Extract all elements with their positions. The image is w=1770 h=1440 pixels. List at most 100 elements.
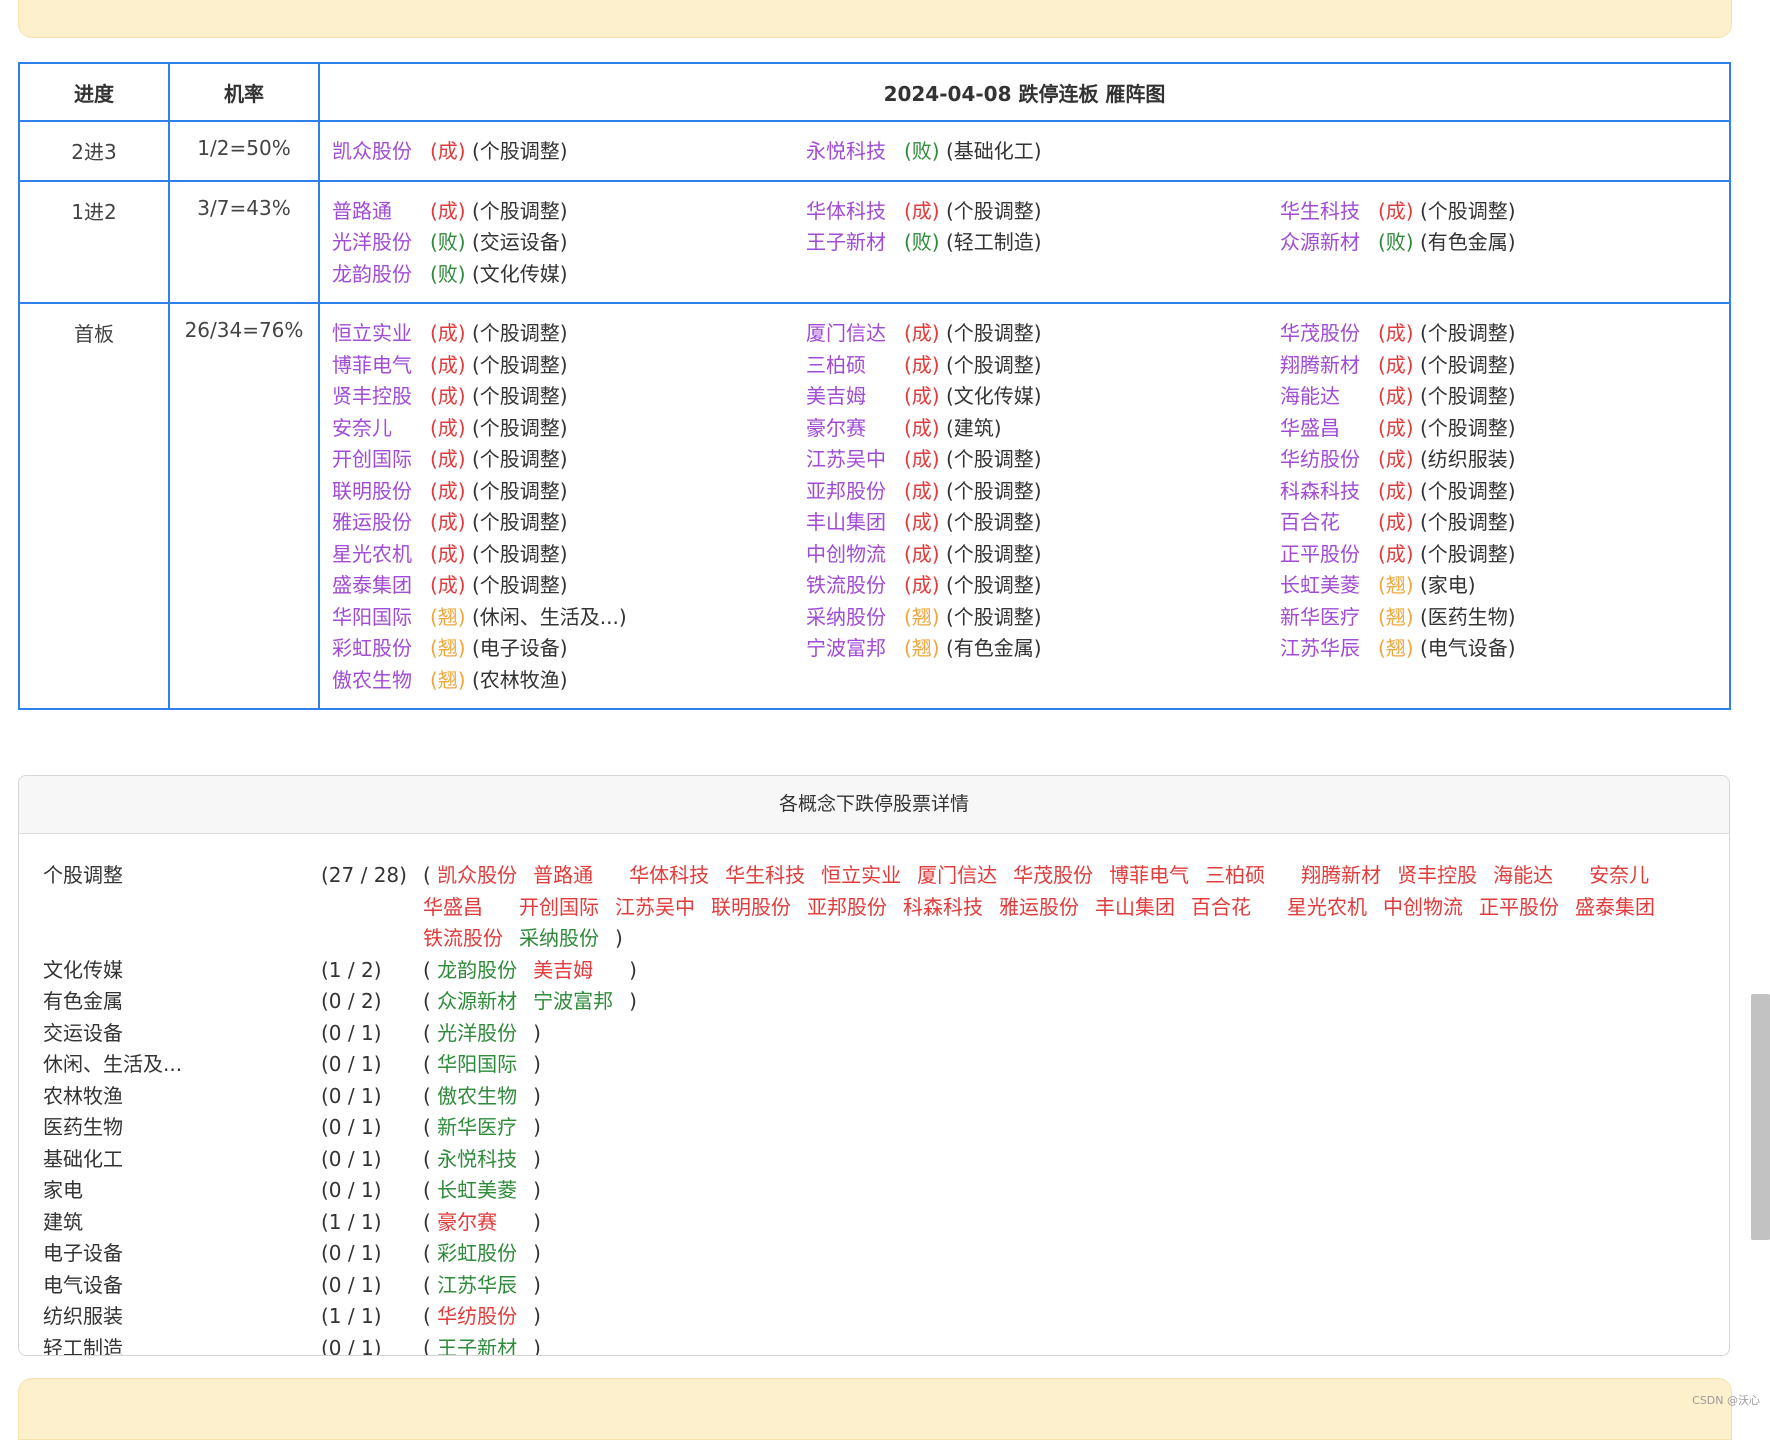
stock-name-link[interactable]: 长虹美菱 bbox=[1280, 570, 1378, 602]
stock-status: (成) bbox=[430, 352, 466, 377]
stock-name-link[interactable]: 海能达 bbox=[1280, 381, 1378, 413]
concept-stock-link[interactable]: 科森科技 bbox=[903, 892, 999, 924]
concept-stock-link[interactable]: 华纺股份 bbox=[437, 1301, 533, 1333]
concept-stock-link[interactable]: 贤丰控股 bbox=[1397, 860, 1493, 892]
stock-status: (翘) bbox=[904, 636, 940, 660]
concept-stock-link[interactable]: 华茂股份 bbox=[1013, 860, 1109, 892]
stock-name-link[interactable]: 亚邦股份 bbox=[806, 476, 904, 508]
row-stocks: 凯众股份 (成) (个股调整) 永悦科技 (败) (基础化工) bbox=[318, 120, 1731, 182]
stock-name-link[interactable]: 华阳国际 bbox=[332, 602, 430, 634]
concept-stock-link[interactable]: 星光农机 bbox=[1287, 892, 1383, 924]
concept-stock-link[interactable]: 龙韵股份 bbox=[437, 955, 533, 987]
stock-name-link[interactable]: 丰山集团 bbox=[806, 507, 904, 539]
close-paren: ) bbox=[533, 1272, 541, 1297]
concept-stock-link[interactable]: 光洋股份 bbox=[437, 1018, 533, 1050]
stock-name-link[interactable]: 华盛昌 bbox=[1280, 413, 1378, 445]
concept-stock-link[interactable]: 亚邦股份 bbox=[807, 892, 903, 924]
concept-stock-link[interactable]: 华体科技 bbox=[629, 860, 725, 892]
concept-stock-link[interactable]: 正平股份 bbox=[1479, 892, 1575, 924]
stock-name-link[interactable]: 华茂股份 bbox=[1280, 318, 1378, 350]
stock-name-link[interactable]: 安奈儿 bbox=[332, 413, 430, 445]
stock-name-link[interactable]: 恒立实业 bbox=[332, 318, 430, 350]
concept-stock-link[interactable]: 宁波富邦 bbox=[533, 986, 629, 1018]
concept-stock-link[interactable]: 恒立实业 bbox=[821, 860, 917, 892]
concept-stock-link[interactable]: 豪尔赛 bbox=[437, 1207, 533, 1239]
stock-name-link[interactable]: 龙韵股份 bbox=[332, 259, 430, 291]
stock-name-link[interactable]: 华生科技 bbox=[1280, 196, 1378, 228]
stock-name-link[interactable]: 王子新材 bbox=[806, 227, 904, 259]
stock-status: (败) bbox=[904, 230, 940, 254]
stock-name-link[interactable]: 宁波富邦 bbox=[806, 633, 904, 665]
concept-stock-link[interactable]: 众源新材 bbox=[437, 986, 533, 1018]
concept-stock-link[interactable]: 凯众股份 bbox=[437, 860, 533, 892]
stock-name-link[interactable]: 华体科技 bbox=[806, 196, 904, 228]
stock-name-link[interactable]: 众源新材 bbox=[1280, 227, 1378, 259]
stock-name-link[interactable]: 联明股份 bbox=[332, 476, 430, 508]
concept-stock-link[interactable]: 铁流股份 bbox=[423, 923, 519, 955]
stock-name-link[interactable]: 华纺股份 bbox=[1280, 444, 1378, 476]
stock-name-link[interactable]: 贤丰控股 bbox=[332, 381, 430, 413]
concept-stock-link[interactable]: 海能达 bbox=[1493, 860, 1589, 892]
stock-name-link[interactable]: 翔腾新材 bbox=[1280, 350, 1378, 382]
concept-name: 农林牧渔 bbox=[43, 1083, 123, 1108]
stock-name-link[interactable]: 豪尔赛 bbox=[806, 413, 904, 445]
stock-name-link[interactable]: 普路通 bbox=[332, 196, 430, 228]
stock-name-link[interactable]: 厦门信达 bbox=[806, 318, 904, 350]
concept-stock-link[interactable]: 采纳股份 bbox=[519, 923, 615, 955]
concept-stock-link[interactable]: 翔腾新材 bbox=[1301, 860, 1397, 892]
stock-name-link[interactable]: 傲农生物 bbox=[332, 665, 430, 697]
stock-name-link[interactable]: 博菲电气 bbox=[332, 350, 430, 382]
stock-name-link[interactable]: 江苏华辰 bbox=[1280, 633, 1378, 665]
concept-stock-link[interactable]: 美吉姆 bbox=[533, 955, 629, 987]
concept-stock-link[interactable]: 丰山集团 bbox=[1095, 892, 1191, 924]
stock-name-link[interactable]: 江苏吴中 bbox=[806, 444, 904, 476]
stock-name-link[interactable]: 美吉姆 bbox=[806, 381, 904, 413]
stock-name-link[interactable]: 科森科技 bbox=[1280, 476, 1378, 508]
concept-stock-link[interactable]: 华生科技 bbox=[725, 860, 821, 892]
concept-stock-link[interactable]: 华盛昌 bbox=[423, 892, 519, 924]
concept-stock-link[interactable]: 雅运股份 bbox=[999, 892, 1095, 924]
concept-stocks: ( 龙韵股份 美吉姆) bbox=[423, 955, 1709, 987]
concept-stock-link[interactable]: 王子新材 bbox=[437, 1333, 533, 1356]
concept-stock-link[interactable]: 傲农生物 bbox=[437, 1081, 533, 1113]
concept-row: 电子设备 (0 / 1) ( 彩虹股份) bbox=[43, 1238, 1709, 1270]
stock-name-link[interactable]: 光洋股份 bbox=[332, 227, 430, 259]
concept-name: 电气设备 bbox=[43, 1272, 123, 1297]
stock-name-link[interactable]: 永悦科技 bbox=[806, 136, 904, 168]
concept-stock-link[interactable]: 长虹美菱 bbox=[437, 1175, 533, 1207]
concept-stock-link[interactable]: 江苏华辰 bbox=[437, 1270, 533, 1302]
stock-entry: 华体科技 (成) (个股调整) bbox=[806, 196, 1280, 228]
concept-stock-link[interactable]: 华阳国际 bbox=[437, 1049, 533, 1081]
stock-name-link[interactable]: 采纳股份 bbox=[806, 602, 904, 634]
concept-stock-link[interactable]: 彩虹股份 bbox=[437, 1238, 533, 1270]
stock-entry: 中创物流 (成) (个股调整) bbox=[806, 539, 1280, 571]
stock-name-link[interactable]: 百合花 bbox=[1280, 507, 1378, 539]
concept-stock-link[interactable]: 博菲电气 bbox=[1109, 860, 1205, 892]
stock-name-link[interactable]: 盛泰集团 bbox=[332, 570, 430, 602]
stock-name-link[interactable]: 雅运股份 bbox=[332, 507, 430, 539]
concept-stock-link[interactable]: 百合花 bbox=[1191, 892, 1287, 924]
concept-stock-link[interactable]: 联明股份 bbox=[711, 892, 807, 924]
concept-stock-link[interactable]: 厦门信达 bbox=[917, 860, 1013, 892]
stock-name-link[interactable]: 新华医疗 bbox=[1280, 602, 1378, 634]
concept-stock-link[interactable]: 开创国际 bbox=[519, 892, 615, 924]
stock-name-link[interactable]: 三柏硕 bbox=[806, 350, 904, 382]
scrollbar-thumb[interactable] bbox=[1751, 994, 1770, 1240]
concept-count: (1 / 1) bbox=[321, 1304, 382, 1328]
concept-stock-link[interactable]: 盛泰集团 bbox=[1575, 892, 1671, 924]
concept-stock-link[interactable]: 江苏吴中 bbox=[615, 892, 711, 924]
concept-stock-link[interactable]: 安奈儿 bbox=[1589, 860, 1685, 892]
stock-name-link[interactable]: 正平股份 bbox=[1280, 539, 1378, 571]
stock-name-link[interactable]: 开创国际 bbox=[332, 444, 430, 476]
concept-stock-link[interactable]: 普路通 bbox=[533, 860, 629, 892]
open-paren: ( bbox=[423, 1178, 438, 1202]
stock-name-link[interactable]: 凯众股份 bbox=[332, 136, 430, 168]
stock-name-link[interactable]: 彩虹股份 bbox=[332, 633, 430, 665]
stock-name-link[interactable]: 铁流股份 bbox=[806, 570, 904, 602]
concept-stock-link[interactable]: 永悦科技 bbox=[437, 1144, 533, 1176]
stock-name-link[interactable]: 星光农机 bbox=[332, 539, 430, 571]
concept-stock-link[interactable]: 新华医疗 bbox=[437, 1112, 533, 1144]
concept-stock-link[interactable]: 三柏硕 bbox=[1205, 860, 1301, 892]
concept-stock-link[interactable]: 中创物流 bbox=[1383, 892, 1479, 924]
stock-name-link[interactable]: 中创物流 bbox=[806, 539, 904, 571]
